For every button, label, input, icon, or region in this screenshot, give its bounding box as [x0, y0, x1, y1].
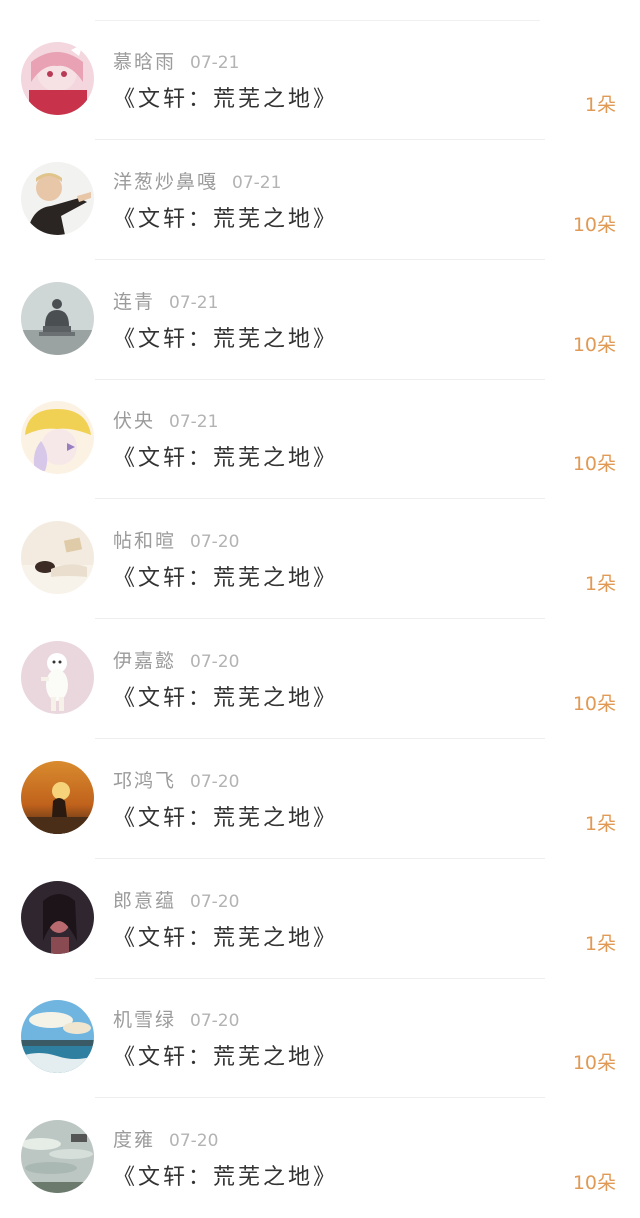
book-title: 《文轩：荒芜之地》 [113, 446, 339, 472]
item-date: 07-20 [190, 771, 240, 792]
gift-amount: 10朵 [572, 1172, 616, 1195]
item-date: 07-20 [190, 532, 240, 553]
gift-amount: 10朵 [572, 693, 616, 715]
avatar[interactable] [21, 880, 94, 954]
item-date: 07-21 [169, 292, 219, 313]
list-item[interactable]: 机雪绿 07-20 《文轩：荒芜之地》 10朵 [0, 978, 640, 1099]
gift-amount: 1朵 [584, 932, 616, 955]
sunset-avatar [21, 760, 94, 834]
user-name[interactable]: 伊嘉懿 [113, 650, 176, 672]
book-title: 《文轩：荒芜之地》 [113, 206, 339, 232]
user-name[interactable]: 机雪绿 [113, 1009, 176, 1031]
item-meta: 伊嘉懿 07-20 [113, 646, 239, 674]
list-item[interactable]: 连青 07-21 《文轩：荒芜之地》 10朵 [0, 260, 640, 380]
item-meta: 度雍 07-20 [113, 1125, 218, 1153]
user-name[interactable]: 帖和暄 [113, 530, 176, 552]
avatar[interactable] [21, 42, 94, 115]
white-dog-avatar [21, 641, 94, 714]
user-name[interactable]: 慕晗雨 [113, 51, 176, 73]
gift-amount: 1朵 [584, 94, 616, 116]
boy-avatar [21, 161, 94, 235]
buddha-statue-avatar [21, 281, 94, 355]
list-item[interactable]: 洋葱炒鼻嘎 07-21 《文轩：荒芜之地》 10朵 [0, 140, 640, 260]
book-title: 《文轩：荒芜之地》 [113, 925, 339, 951]
book-title: 《文轩：荒芜之地》 [113, 1045, 339, 1071]
user-name[interactable]: 度雍 [113, 1129, 155, 1151]
avatar[interactable] [21, 1120, 94, 1194]
item-date: 07-20 [190, 652, 240, 672]
list-item[interactable]: 度雍 07-20 《文轩：荒芜之地》 10朵 [0, 1098, 640, 1218]
user-name[interactable]: 连青 [113, 291, 155, 313]
book-title: 《文轩：荒芜之地》 [113, 326, 339, 352]
item-meta: 伏央 07-21 [113, 406, 218, 434]
item-meta: 郎意蕴 07-20 [113, 886, 239, 914]
avatar[interactable] [21, 521, 94, 595]
dark-portrait-avatar [21, 880, 94, 954]
item-date: 07-20 [169, 1131, 219, 1152]
user-name[interactable]: 邛鸿飞 [113, 770, 176, 792]
list-item[interactable]: 郎意蕴 07-20 《文轩：荒芜之地》 1朵 [0, 859, 640, 979]
item-date: 07-20 [190, 1011, 240, 1032]
book-title: 《文轩：荒芜之地》 [113, 805, 339, 831]
user-name[interactable]: 洋葱炒鼻嘎 [113, 171, 218, 193]
user-name[interactable]: 郎意蕴 [113, 890, 176, 912]
seascape-avatar [21, 1000, 94, 1074]
item-meta: 邛鸿飞 07-20 [113, 766, 239, 794]
gift-amount: 10朵 [572, 213, 616, 236]
item-date: 07-21 [232, 172, 282, 193]
list-item[interactable]: 伏央 07-21 《文轩：荒芜之地》 10朵 [0, 379, 640, 500]
user-name[interactable]: 伏央 [113, 410, 155, 432]
item-meta: 帖和暄 07-20 [113, 526, 239, 554]
book-title: 《文轩：荒芜之地》 [113, 566, 339, 592]
avatar[interactable] [21, 1000, 94, 1074]
avatar[interactable] [21, 401, 94, 475]
list-item[interactable]: 伊嘉懿 07-20 《文轩：荒芜之地》 10朵 [0, 619, 640, 739]
avatar[interactable] [21, 641, 94, 714]
book-title: 《文轩：荒芜之地》 [113, 87, 339, 112]
avatar[interactable] [21, 760, 94, 834]
item-meta: 慕晗雨 07-21 [113, 47, 239, 75]
gift-amount: 1朵 [584, 812, 616, 835]
item-meta: 连青 07-21 [113, 287, 218, 315]
yellow-hat-avatar [21, 401, 94, 475]
gift-amount: 1朵 [584, 573, 616, 596]
gift-amount: 10朵 [572, 333, 616, 356]
sleeping-person-avatar [21, 521, 94, 595]
anime-girl-avatar [21, 42, 94, 115]
item-meta: 洋葱炒鼻嘎 07-21 [113, 167, 281, 195]
list-item[interactable]: 邛鸿飞 07-20 《文轩：荒芜之地》 1朵 [0, 739, 640, 859]
gift-amount: 10朵 [572, 1052, 616, 1075]
list-item[interactable]: 帖和暄 07-20 《文轩：荒芜之地》 1朵 [0, 499, 640, 620]
book-title: 《文轩：荒芜之地》 [113, 1165, 339, 1191]
gift-record-list: 慕晗雨 07-21 《文轩：荒芜之地》 1朵 洋葱炒鼻嘎 07-21 《文轩：荒芜之地》 10… [0, 0, 640, 1203]
list-item[interactable]: 慕晗雨 07-21 《文轩：荒芜之地》 1朵 [0, 20, 640, 140]
avatar[interactable] [21, 281, 94, 355]
avatar[interactable] [21, 161, 94, 235]
sky-avatar [21, 1120, 94, 1194]
item-date: 07-20 [190, 891, 240, 912]
book-title: 《文轩：荒芜之地》 [113, 686, 339, 711]
gift-amount: 10朵 [572, 453, 616, 476]
item-date: 07-21 [169, 412, 219, 433]
item-meta: 机雪绿 07-20 [113, 1005, 239, 1033]
item-date: 07-21 [190, 53, 240, 73]
